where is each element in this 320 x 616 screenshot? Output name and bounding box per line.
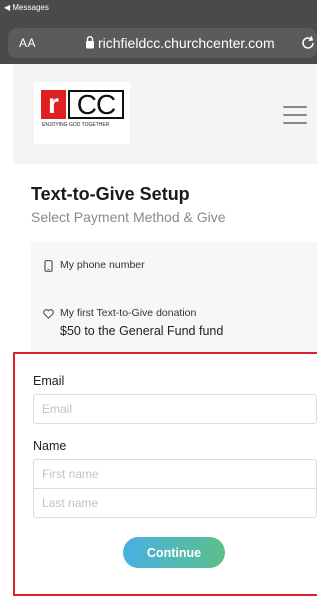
summary-donation-row: My first Text-to-Give donation $50 to th… bbox=[43, 307, 223, 338]
summary-phone-row: My phone number bbox=[43, 259, 145, 272]
logo-tagline: ENJOYING GOD TOGETHER bbox=[42, 122, 110, 128]
donation-detail: $50 to the General Fund fund bbox=[60, 324, 224, 338]
back-to-messages-link[interactable]: ◀ Messages bbox=[4, 3, 49, 13]
site-header: r CC ENJOYING GOD TOGETHER bbox=[13, 64, 317, 164]
logo-r-mark: r bbox=[41, 90, 66, 119]
setup-summary: My phone number My first Text-to-Give do… bbox=[31, 242, 317, 352]
browser-bar: ◀ Messages AA richfieldcc.churchcenter.c… bbox=[0, 0, 317, 64]
logo-cc-mark: CC bbox=[68, 90, 124, 119]
page-title: Text-to-Give Setup bbox=[31, 184, 190, 204]
reload-icon[interactable] bbox=[299, 34, 317, 52]
name-label: Name bbox=[33, 439, 67, 453]
phone-icon bbox=[44, 260, 53, 272]
church-logo[interactable]: r CC ENJOYING GOD TOGETHER bbox=[34, 82, 130, 144]
heart-icon bbox=[43, 309, 54, 319]
donation-label: My first Text-to-Give donation bbox=[60, 307, 197, 319]
hamburger-menu-icon[interactable] bbox=[283, 106, 307, 124]
email-label: Email bbox=[33, 374, 65, 388]
phone-label: My phone number bbox=[60, 259, 145, 271]
address-bar[interactable]: AA richfieldcc.churchcenter.com bbox=[8, 28, 317, 58]
contact-form: Email Name Continue bbox=[13, 352, 317, 596]
lock-icon bbox=[86, 36, 94, 49]
email-input[interactable] bbox=[33, 394, 317, 424]
reader-options-button[interactable]: AA bbox=[19, 36, 36, 50]
last-name-input[interactable] bbox=[33, 488, 317, 518]
url-text: richfieldcc.churchcenter.com bbox=[98, 35, 275, 51]
page-subtitle: Select Payment Method & Give bbox=[31, 209, 226, 225]
first-name-input[interactable] bbox=[33, 459, 317, 489]
continue-button[interactable]: Continue bbox=[123, 537, 225, 568]
